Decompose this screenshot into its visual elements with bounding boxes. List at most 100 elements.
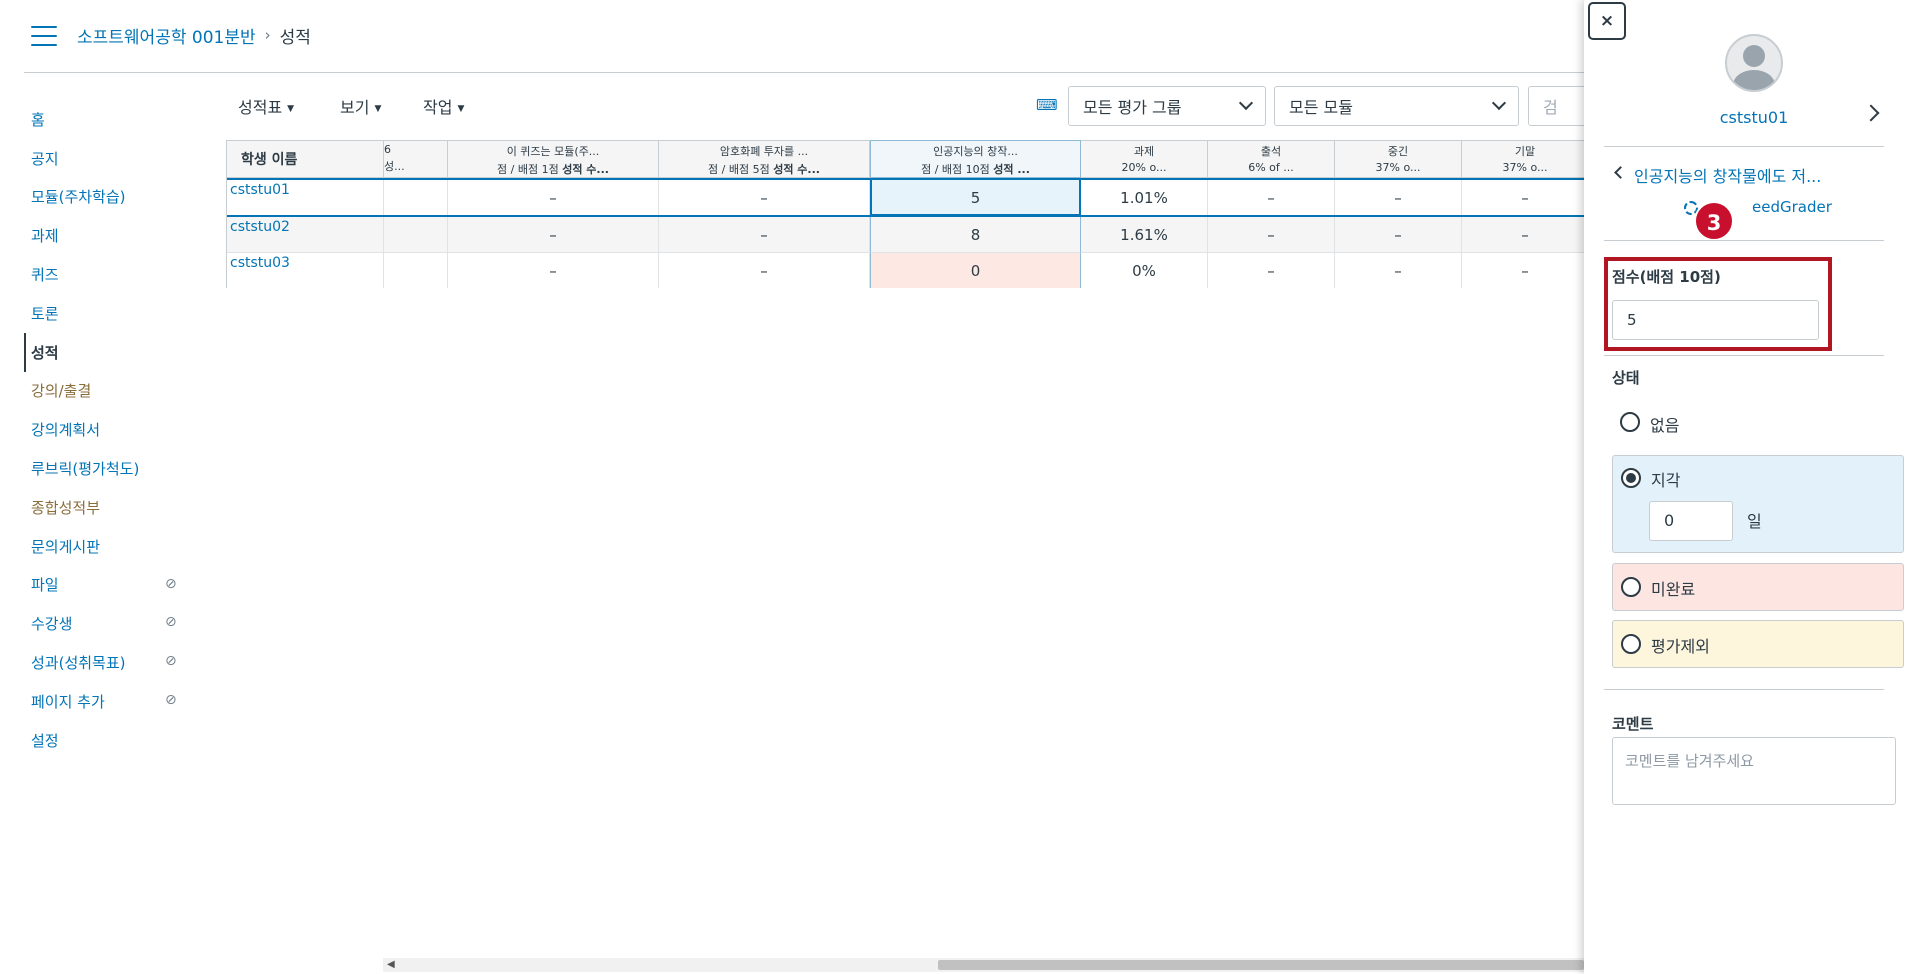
search-input[interactable]: 검: [1528, 86, 1588, 126]
divider: [1604, 689, 1884, 690]
score-input-value: 5: [1627, 311, 1637, 329]
nav-inquiry-board[interactable]: 문의게시판: [24, 527, 194, 566]
assignment-group-select[interactable]: 모든 평가 그룹: [1068, 86, 1266, 126]
status-missing-radio[interactable]: 미완료: [1612, 563, 1904, 611]
grade-cell[interactable]: [384, 253, 448, 288]
grade-cell[interactable]: –: [448, 180, 659, 216]
chevron-down-icon: [1238, 95, 1254, 111]
radio-icon[interactable]: [1620, 412, 1640, 432]
status-none-radio[interactable]: 없음: [1612, 410, 1904, 440]
nav-files[interactable]: 파일 ⊘: [24, 566, 194, 605]
nav-grades[interactable]: 성적: [24, 332, 194, 372]
global-header: 소프트웨어공학 001분반 › 성적: [24, 0, 1584, 73]
nav-modules[interactable]: 모듈(주차학습): [24, 178, 194, 217]
assignment-link[interactable]: 인공지능의 창작물에도 저...: [1634, 163, 1821, 187]
grade-cell[interactable]: –: [659, 180, 870, 216]
previous-assignment-chevron-icon[interactable]: [1614, 166, 1627, 179]
actions-menu-label: 작업: [423, 98, 453, 117]
actions-menu[interactable]: 작업 ▼: [423, 94, 464, 118]
nav-quizzes[interactable]: 퀴즈: [24, 255, 194, 294]
nav-gradebook-summary[interactable]: 종합성적부: [24, 488, 194, 527]
grade-cell[interactable]: –: [1462, 253, 1584, 288]
column-header[interactable]: 6 성...: [384, 140, 448, 178]
close-tray-button[interactable]: ×: [1588, 2, 1626, 40]
nav-syllabus[interactable]: 강의계획서: [24, 410, 194, 449]
nav-home[interactable]: 홈: [24, 100, 194, 139]
column-header-selected[interactable]: 인공지능의 창작... 점 / 배점 10점 성적 ...: [870, 140, 1081, 178]
student-link[interactable]: cststu01: [227, 180, 384, 216]
grade-cell-active[interactable]: 5: [870, 178, 1081, 216]
grade-cell[interactable]: –: [1335, 217, 1462, 253]
grade-cell[interactable]: –: [659, 253, 870, 288]
gradebook-menu-label: 성적표: [238, 98, 283, 117]
breadcrumb-current: 성적: [279, 27, 311, 48]
nav-outcomes[interactable]: 성과(성취목표) ⊘: [24, 643, 194, 682]
late-days-input[interactable]: 0: [1649, 501, 1733, 541]
grade-cell[interactable]: –: [1462, 217, 1584, 253]
nav-announcements[interactable]: 공지: [24, 139, 194, 178]
radio-icon[interactable]: [1621, 634, 1641, 654]
grade-cell[interactable]: 1.61%: [1081, 217, 1208, 253]
scroll-left-icon[interactable]: ◀: [387, 959, 395, 970]
nav-add-page[interactable]: 페이지 추가 ⊘: [24, 682, 194, 721]
score-input[interactable]: 5: [1612, 300, 1819, 340]
grade-cell[interactable]: 0%: [1081, 253, 1208, 288]
nav-people[interactable]: 수강생 ⊘: [24, 604, 194, 643]
grade-cell[interactable]: –: [1335, 180, 1462, 216]
grade-cell[interactable]: –: [1208, 217, 1335, 253]
student-link[interactable]: cststu03: [227, 253, 384, 288]
gradebook-toolbar: 성적표 ▼ 보기 ▼ 작업 ▼ ⌨ 모든 평가 그룹 모든 모듈 검: [226, 84, 1596, 128]
nav-discussions[interactable]: 토론: [24, 294, 194, 333]
radio-icon[interactable]: [1621, 577, 1641, 597]
nav-assignments[interactable]: 과제: [24, 216, 194, 255]
eye-off-icon: ⊘: [165, 653, 177, 670]
speedgrader-link[interactable]: eedGrader: [1752, 198, 1832, 216]
view-menu-label: 보기: [340, 98, 370, 117]
view-menu[interactable]: 보기 ▼: [340, 94, 381, 118]
column-header[interactable]: 암호화폐 투자를 ... 점 / 배점 5점 성적 수...: [659, 140, 870, 178]
keyboard-icon[interactable]: ⌨: [1036, 96, 1058, 114]
column-header[interactable]: 중긴 37% o...: [1335, 140, 1462, 178]
module-select[interactable]: 모든 모듈: [1274, 86, 1519, 126]
grade-cell[interactable]: –: [1208, 253, 1335, 288]
column-header[interactable]: 이 퀴즈는 모듈(주... 점 / 배점 1점 성적 수...: [448, 140, 659, 178]
student-name-header[interactable]: 학생 이름: [227, 140, 384, 178]
eye-off-icon: ⊘: [165, 575, 177, 592]
grade-cell[interactable]: 8: [870, 217, 1081, 253]
gradebook-menu[interactable]: 성적표 ▼: [238, 94, 294, 118]
scrollbar-thumb[interactable]: [938, 960, 1584, 970]
assignment-group-select-value: 모든 평가 그룹: [1083, 98, 1182, 117]
grade-cell[interactable]: [384, 217, 448, 253]
nav-settings[interactable]: 설정: [24, 721, 194, 760]
student-link[interactable]: cststu02: [227, 217, 384, 253]
late-days-unit: 일: [1747, 512, 1762, 531]
column-header[interactable]: 기말 37% o...: [1462, 140, 1584, 178]
status-late-radio[interactable]: 지각 0 일: [1612, 455, 1904, 553]
nav-rubrics[interactable]: 루브릭(평가척도): [24, 449, 194, 488]
column-header-subtitle: 37% o...: [1502, 161, 1548, 174]
grade-detail-tray: × cststu01 인공지능의 창작물에도 저... eedGrader 3 …: [1584, 0, 1912, 974]
nav-lecture-attendance[interactable]: 강의/출결: [24, 372, 194, 411]
gradebook-page: 소프트웨어공학 001분반 › 성적 홈 공지 모듈(주차학습) 과제 퀴즈 토…: [0, 0, 1912, 974]
grade-cell[interactable]: –: [448, 217, 659, 253]
status-excused-radio[interactable]: 평가제외: [1612, 620, 1904, 668]
comment-textarea[interactable]: 코멘트를 남겨주세요: [1612, 737, 1896, 805]
column-header[interactable]: 출석 6% of ...: [1208, 140, 1335, 178]
grade-cell[interactable]: –: [659, 217, 870, 253]
grade-cell[interactable]: –: [448, 253, 659, 288]
radio-selected-icon[interactable]: [1621, 468, 1641, 488]
column-header[interactable]: 과제 20% o...: [1081, 140, 1208, 178]
horizontal-scrollbar[interactable]: ◀: [383, 958, 1584, 972]
grade-cell[interactable]: 1.01%: [1081, 180, 1208, 216]
column-header-title: 인공지능의 창작...: [933, 145, 1018, 158]
breadcrumb-course-link[interactable]: 소프트웨어공학 001분반: [77, 23, 256, 48]
divider: [1604, 355, 1884, 356]
grade-cell[interactable]: –: [1462, 180, 1584, 216]
grade-cell[interactable]: –: [1208, 180, 1335, 216]
score-label: 점수(배점 10점): [1612, 268, 1721, 286]
grade-cell[interactable]: [384, 180, 448, 216]
hamburger-menu-icon[interactable]: [31, 26, 57, 46]
status-missing-label: 미완료: [1651, 580, 1696, 599]
grade-cell[interactable]: –: [1335, 253, 1462, 288]
grade-cell-missing[interactable]: 0: [870, 253, 1081, 288]
